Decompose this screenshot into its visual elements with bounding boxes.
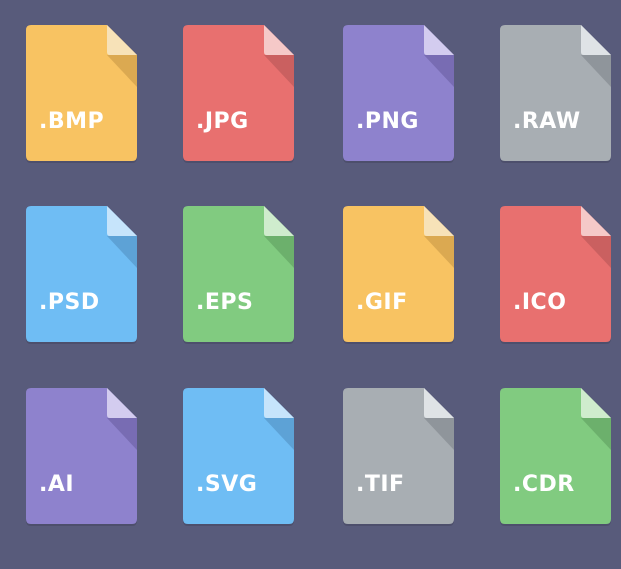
file-icon-ico[interactable]: .ICO (500, 206, 611, 344)
file-extension-label: .PNG (356, 109, 419, 134)
document-icon (343, 388, 454, 526)
icon-folded-corner (264, 25, 294, 55)
file-extension-label: .RAW (513, 109, 581, 134)
icon-folded-corner (424, 206, 454, 236)
file-extension-label: .AI (39, 472, 75, 497)
file-extension-label: .GIF (356, 290, 408, 315)
document-icon (500, 206, 611, 344)
icon-folded-corner (107, 388, 137, 418)
icon-folded-corner (264, 206, 294, 236)
file-icon-gif[interactable]: .GIF (343, 206, 454, 344)
icon-folded-corner (424, 25, 454, 55)
file-extension-label: .PSD (39, 290, 100, 315)
icon-folded-corner (581, 25, 611, 55)
file-icon-raw[interactable]: .RAW (500, 25, 611, 163)
document-icon (183, 388, 294, 526)
icon-folded-corner (107, 25, 137, 55)
document-icon (500, 388, 611, 526)
document-icon (343, 206, 454, 344)
file-extension-label: .CDR (513, 472, 575, 497)
document-icon (26, 25, 137, 163)
icon-folded-corner (581, 388, 611, 418)
document-icon (26, 206, 137, 344)
file-icon-tif[interactable]: .TIF (343, 388, 454, 526)
document-icon (26, 388, 137, 526)
file-extension-label: .ICO (513, 290, 567, 315)
file-icon-jpg[interactable]: .JPG (183, 25, 294, 163)
document-icon (500, 25, 611, 163)
file-icon-bmp[interactable]: .BMP (26, 25, 137, 163)
file-extension-label: .JPG (196, 109, 249, 134)
file-icon-cdr[interactable]: .CDR (500, 388, 611, 526)
file-icon-svg[interactable]: .SVG (183, 388, 294, 526)
file-icon-grid: .BMP .JPG .PNG .RAW .PSD .EPS .GIF .ICO .AI .SVG.… (0, 0, 621, 569)
file-extension-label: .TIF (356, 472, 405, 497)
icon-folded-corner (264, 388, 294, 418)
file-icon-psd[interactable]: .PSD (26, 206, 137, 344)
file-icon-ai[interactable]: .AI (26, 388, 137, 526)
document-icon (343, 25, 454, 163)
file-extension-label: .EPS (196, 290, 254, 315)
icon-folded-corner (581, 206, 611, 236)
document-icon (183, 25, 294, 163)
file-icon-png[interactable]: .PNG (343, 25, 454, 163)
document-icon (183, 206, 294, 344)
icon-folded-corner (424, 388, 454, 418)
file-extension-label: .SVG (196, 472, 258, 497)
icon-folded-corner (107, 206, 137, 236)
file-icon-eps[interactable]: .EPS (183, 206, 294, 344)
file-extension-label: .BMP (39, 109, 105, 134)
